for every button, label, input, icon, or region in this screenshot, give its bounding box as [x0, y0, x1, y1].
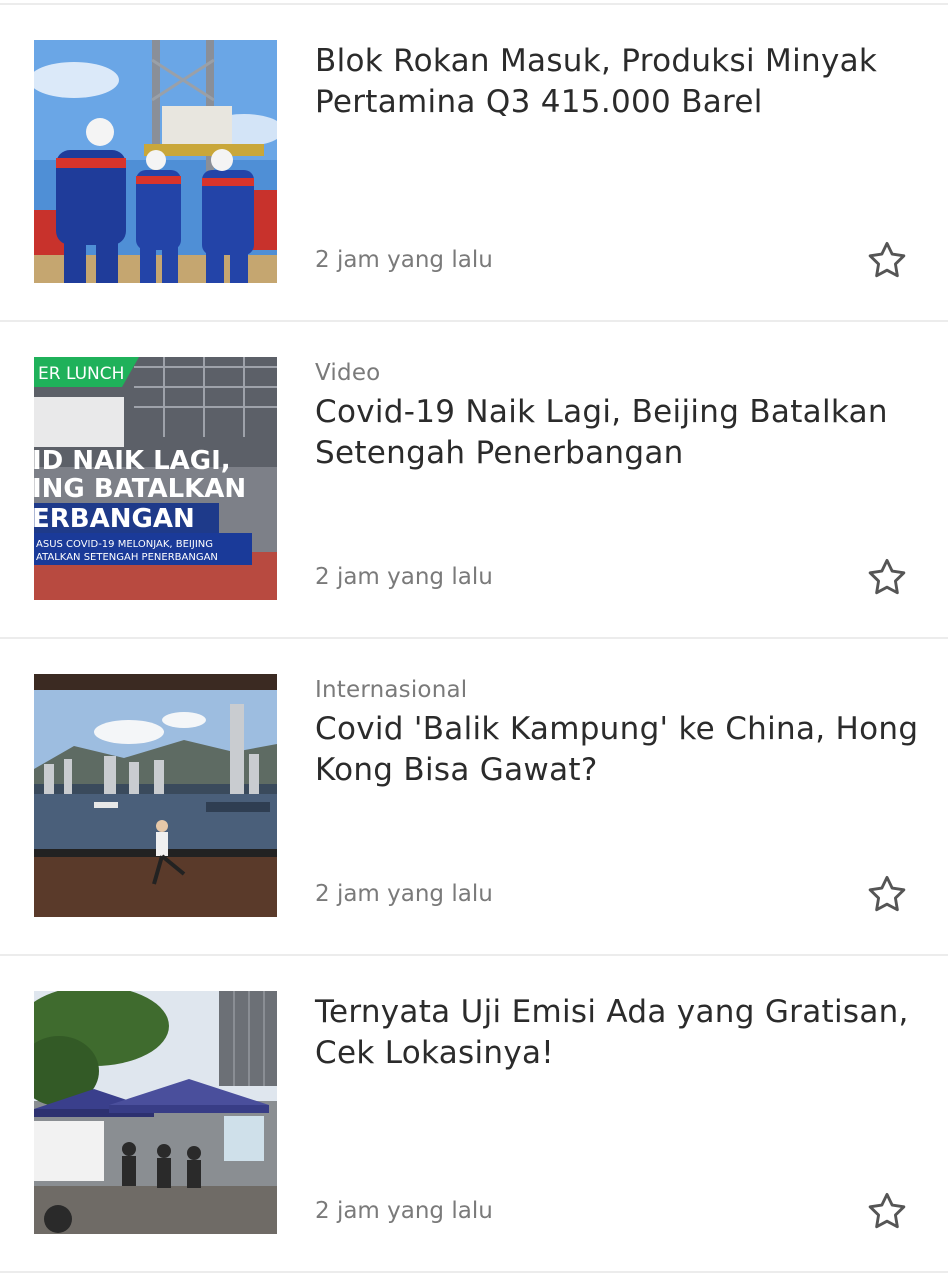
star-outline-icon[interactable] — [864, 872, 910, 918]
article-timestamp: 2 jam yang lalu — [315, 564, 493, 590]
article-timestamp: 2 jam yang lalu — [315, 1198, 493, 1224]
article-title[interactable]: Covid 'Balik Kampung' ke China, Hong Kon… — [315, 709, 920, 791]
emission-test-tents-photo — [34, 991, 277, 1234]
article-timestamp: 2 jam yang lalu — [315, 247, 493, 273]
article-timestamp: 2 jam yang lalu — [315, 881, 493, 907]
article-item[interactable]: Ternyata Uji Emisi Ada yang Gratisan, Ce… — [0, 956, 948, 1273]
star-outline-icon[interactable] — [864, 555, 910, 601]
article-title[interactable]: Covid-19 Naik Lagi, Beijing Batalkan Set… — [315, 392, 920, 474]
article-item[interactable]: Blok Rokan Masuk, Produksi Minyak Pertam… — [0, 5, 948, 322]
hong-kong-harbour-photo — [34, 674, 277, 917]
thumb-headline-line: ID NAIK LAGI, — [34, 446, 231, 476]
article-item[interactable]: ER LUNCH ID NAIK LAGI, ING BATALKAN ERBA… — [0, 322, 948, 639]
thumb-subtitle-line: ATALKAN SETENGAH PENERBANGAN — [36, 552, 218, 563]
article-category[interactable]: Video — [315, 360, 380, 386]
article-thumbnail[interactable] — [34, 40, 277, 283]
video-thumbnail-image: ER LUNCH ID NAIK LAGI, ING BATALKAN ERBA… — [34, 357, 277, 600]
star-outline-icon[interactable] — [864, 238, 910, 284]
article-title[interactable]: Blok Rokan Masuk, Produksi Minyak Pertam… — [315, 41, 920, 123]
article-category[interactable]: Internasional — [315, 677, 467, 703]
article-thumbnail[interactable] — [34, 674, 277, 917]
thumb-subtitle-line: ASUS COVID-19 MELONJAK, BEIJING — [36, 539, 213, 550]
article-title[interactable]: Ternyata Uji Emisi Ada yang Gratisan, Ce… — [315, 992, 920, 1074]
star-outline-icon[interactable] — [864, 1189, 910, 1235]
thumb-headline-line: ERBANGAN — [34, 504, 195, 534]
article-thumbnail[interactable] — [34, 991, 277, 1234]
thumb-headline-line: ING BATALKAN — [34, 474, 246, 504]
article-item[interactable]: Internasional Covid 'Balik Kampung' ke C… — [0, 639, 948, 956]
news-feed: Blok Rokan Masuk, Produksi Minyak Pertam… — [0, 0, 948, 1280]
article-thumbnail[interactable]: ER LUNCH ID NAIK LAGI, ING BATALKAN ERBA… — [34, 357, 277, 600]
thumb-banner-text: ER LUNCH — [38, 364, 124, 384]
oil-rig-photo — [34, 40, 277, 283]
